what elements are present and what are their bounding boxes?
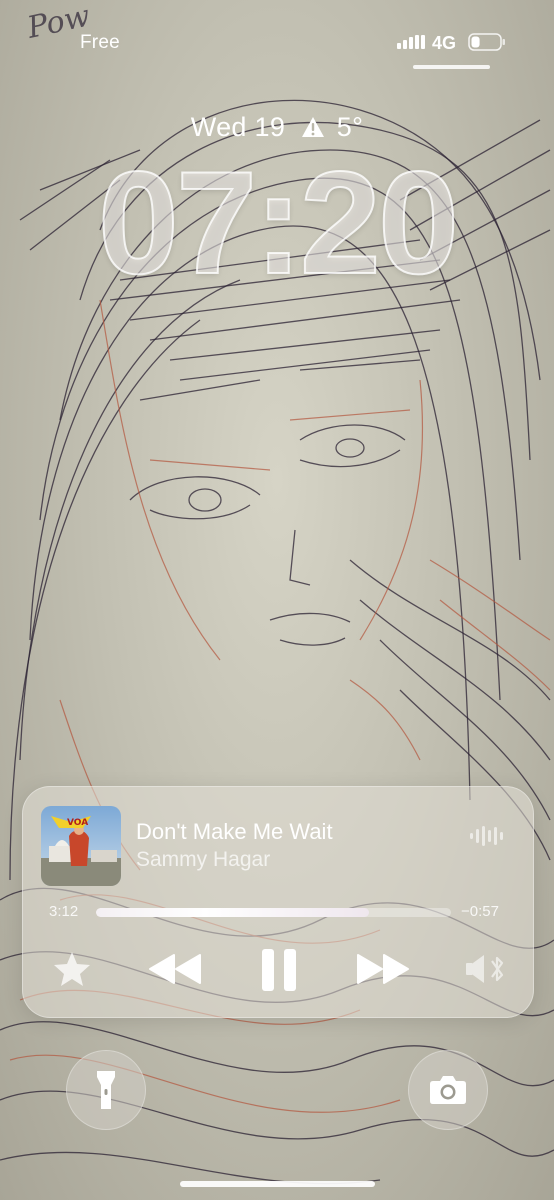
track-artist: Sammy Hagar <box>136 848 271 871</box>
album-artwork[interactable]: VOA <box>41 806 121 886</box>
temperature-label: 5° <box>336 112 364 142</box>
album-artwork-image: VOA <box>41 806 121 886</box>
carrier-label: Free <box>80 32 120 53</box>
signal-icon <box>397 35 425 49</box>
control-center-hint[interactable] <box>413 65 490 69</box>
playback-progress <box>96 908 370 917</box>
waveform-icon <box>470 826 503 846</box>
lock-screen-clock: 07:20 <box>97 141 460 304</box>
warning-icon <box>301 117 324 137</box>
artwork-logo-text: VOA <box>67 818 88 828</box>
elapsed-time: 3:12 <box>49 903 79 920</box>
star-icon[interactable] <box>53 951 91 987</box>
track-title: Don't Make Me Wait <box>136 819 333 844</box>
status-bar: Free 4G <box>0 0 554 70</box>
flashlight-icon <box>97 1071 115 1109</box>
camera-icon <box>430 1076 466 1104</box>
pause-icon[interactable] <box>259 947 299 993</box>
flashlight-button[interactable] <box>66 1050 146 1130</box>
rewind-icon[interactable] <box>148 953 202 985</box>
now-playing-widget[interactable]: VOA Don't Make Me Wait Sammy Hagar 3:12 … <box>22 786 534 1018</box>
playback-scrubber[interactable] <box>96 908 451 917</box>
date-weather-row: Wed 19 5° <box>0 112 554 143</box>
fast-forward-icon[interactable] <box>356 953 410 985</box>
date-label: Wed 19 <box>190 112 286 142</box>
network-type: 4G <box>432 33 457 53</box>
remaining-time: −0:57 <box>461 903 499 920</box>
camera-button[interactable] <box>408 1050 488 1130</box>
home-indicator[interactable] <box>180 1181 375 1187</box>
battery-icon <box>468 33 505 51</box>
bluetooth-speaker-icon[interactable] <box>464 953 508 985</box>
